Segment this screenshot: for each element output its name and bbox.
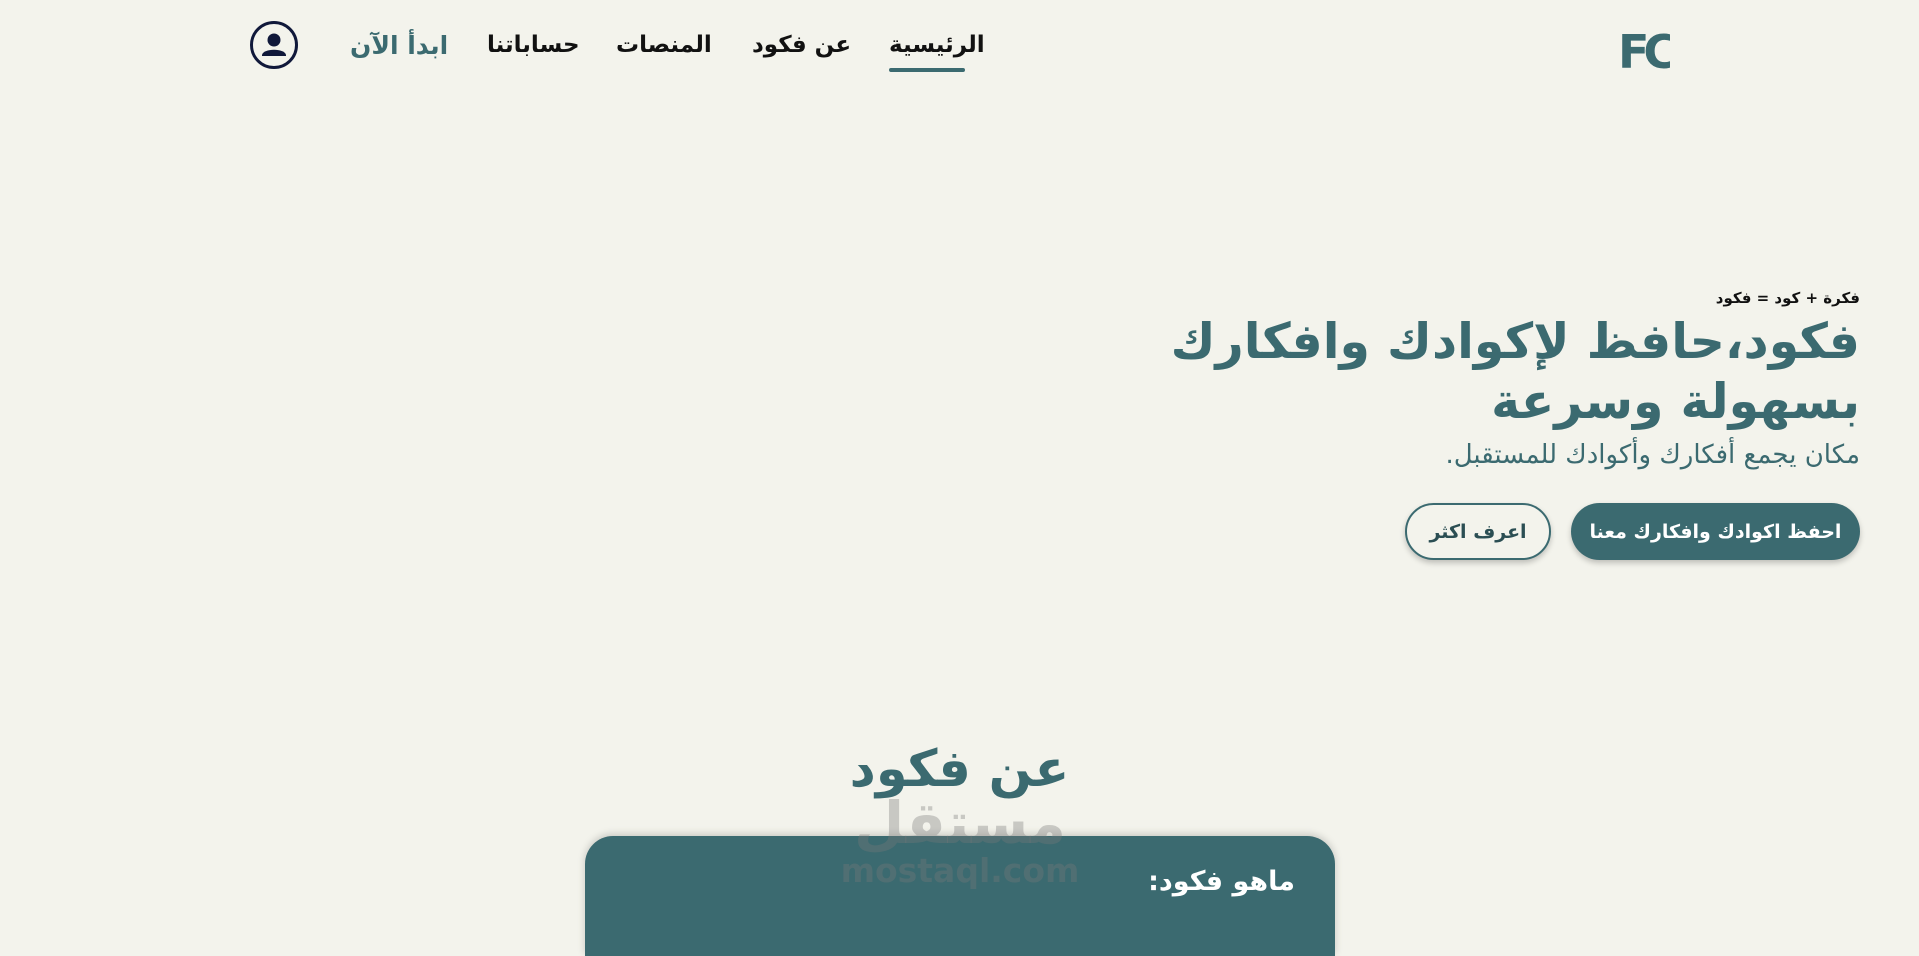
save-code-ideas-button[interactable]: احفظ اكوادك وافكارك معنا [1571,503,1860,560]
nav-accounts[interactable]: حساباتنا [487,32,580,58]
hero-subtitle: مكان يجمع أفكارك وأكوادك للمستقبل. [1445,440,1860,470]
nav-start-now[interactable]: ابدأ الآن [350,31,448,60]
nav-active-underline [889,68,965,72]
about-card-title: ماهو فكود: [1148,866,1295,897]
about-card: ماهو فكود: [585,836,1335,956]
learn-more-button[interactable]: اعرف اكثر [1405,503,1551,560]
nav-about[interactable]: عن فكود [752,32,851,58]
user-circle-icon [262,33,286,56]
hero-title: فكود،حافظ لإكوادك وافكارك بسهولة وسرعة [1170,313,1860,430]
nav-home[interactable]: الرئيسية [889,32,985,58]
nav-platforms[interactable]: المنصات [616,32,712,58]
hero-tagline: فكرة + كود = فكود [1715,289,1860,307]
user-avatar-button[interactable] [250,21,298,69]
hero-section: فكرة + كود = فكود فكود،حافظ لإكوادك وافك… [1100,288,1860,472]
about-heading: عن فكود [849,740,1070,799]
